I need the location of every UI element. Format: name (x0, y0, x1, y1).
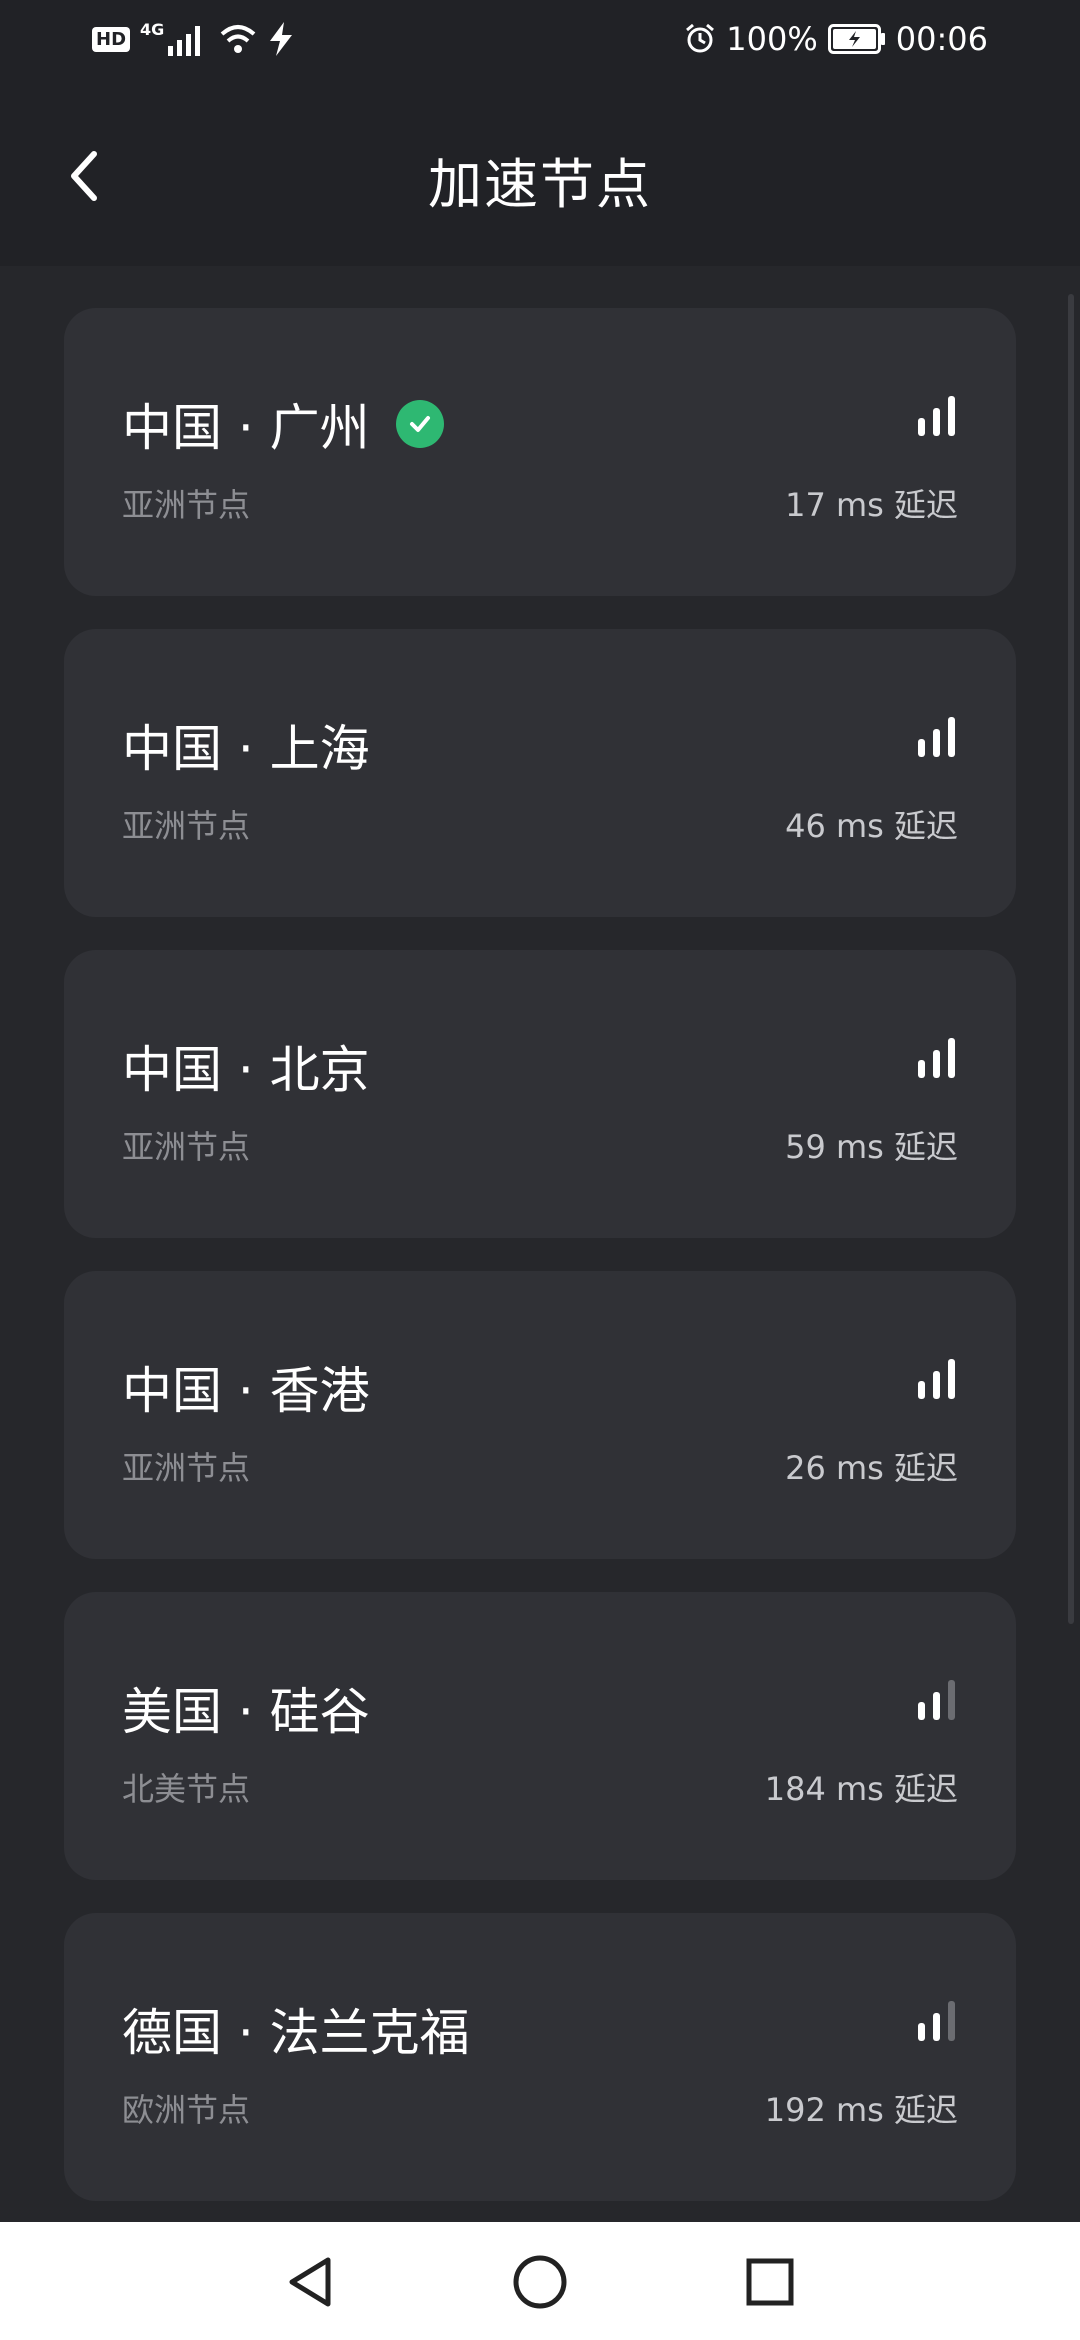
signal-strength-icon (918, 717, 955, 757)
hd-icon: HD (92, 26, 131, 52)
page-title: 加速节点 (428, 153, 652, 216)
node-name: 中国 · 广州 (122, 399, 370, 457)
node-name-container: 中国 · 香港 (122, 1351, 370, 1423)
network-type: 4G (140, 19, 165, 39)
signal-strength-icon (918, 1359, 955, 1399)
node-region: 亚洲节点 (122, 1449, 251, 1487)
node-region: 亚洲节点 (122, 1128, 251, 1166)
node-card-shanghai[interactable]: 中国 · 上海 亚洲节点 46 ms 延迟 (64, 629, 1016, 917)
cell-signal-icon (168, 26, 201, 56)
scrollbar[interactable] (1068, 294, 1074, 1624)
node-latency: 59 ms 延迟 (785, 1128, 958, 1166)
signal-strength-icon (918, 2001, 955, 2041)
square-recents-icon (746, 2258, 794, 2306)
node-name-container: 中国 · 北京 (122, 1030, 370, 1102)
node-name: 德国 · 法兰克福 (122, 2004, 470, 2062)
clock: 00:06 (895, 20, 988, 58)
signal-strength-icon (918, 396, 955, 436)
node-region: 欧洲节点 (122, 2091, 251, 2129)
nav-recents-button[interactable] (730, 2242, 810, 2322)
node-card-silicon-valley[interactable]: 美国 · 硅谷 北美节点 184 ms 延迟 (64, 1592, 1016, 1880)
node-latency: 17 ms 延迟 (785, 486, 958, 524)
node-name-container: 德国 · 法兰克福 (122, 1993, 470, 2065)
circle-home-icon (513, 2255, 567, 2309)
node-card-guangzhou[interactable]: 中国 · 广州 亚洲节点 17 ms 延迟 (64, 308, 1016, 596)
node-name: 美国 · 硅谷 (122, 1683, 370, 1741)
charging-bolt-icon (270, 22, 293, 56)
node-latency: 184 ms 延迟 (764, 1770, 958, 1808)
node-region: 北美节点 (122, 1770, 251, 1808)
node-name: 中国 · 北京 (122, 1041, 370, 1099)
triangle-back-icon (289, 2257, 331, 2307)
signal-strength-icon (918, 1038, 955, 1078)
system-nav-bar (0, 2222, 1080, 2340)
signal-strength-icon (918, 1680, 955, 1720)
node-latency: 192 ms 延迟 (764, 2091, 958, 2129)
alarm-icon (686, 23, 715, 53)
node-latency: 46 ms 延迟 (785, 807, 958, 845)
nav-home-button[interactable] (500, 2242, 580, 2322)
status-left: HD 4G (92, 19, 294, 56)
node-latency: 26 ms 延迟 (785, 1449, 958, 1487)
status-bar: HD 4G 100% 00:06 (0, 0, 1080, 84)
node-list: 中国 · 广州 亚洲节点 17 ms 延迟 中国 · 上海 亚洲节点 46 ms… (64, 308, 1016, 2234)
nav-back-button[interactable] (270, 2242, 350, 2322)
status-right: 100% 00:06 (684, 20, 988, 58)
wifi-icon (220, 25, 256, 53)
node-card-beijing[interactable]: 中国 · 北京 亚洲节点 59 ms 延迟 (64, 950, 1016, 1238)
node-name: 中国 · 上海 (122, 720, 370, 778)
node-name-container: 中国 · 上海 (122, 709, 370, 781)
node-region: 亚洲节点 (122, 486, 251, 524)
node-name-container: 中国 · 广州 (122, 388, 444, 460)
selected-check-icon (395, 400, 444, 448)
node-name-container: 美国 · 硅谷 (122, 1672, 370, 1744)
node-card-hongkong[interactable]: 中国 · 香港 亚洲节点 26 ms 延迟 (64, 1271, 1016, 1559)
node-region: 亚洲节点 (122, 807, 251, 845)
node-card-frankfurt[interactable]: 德国 · 法兰克福 欧洲节点 192 ms 延迟 (64, 1913, 1016, 2201)
battery-icon (827, 24, 885, 54)
app-bar: 加速节点 (0, 84, 1080, 266)
battery-percent: 100% (726, 20, 818, 58)
node-name: 中国 · 香港 (122, 1362, 370, 1420)
